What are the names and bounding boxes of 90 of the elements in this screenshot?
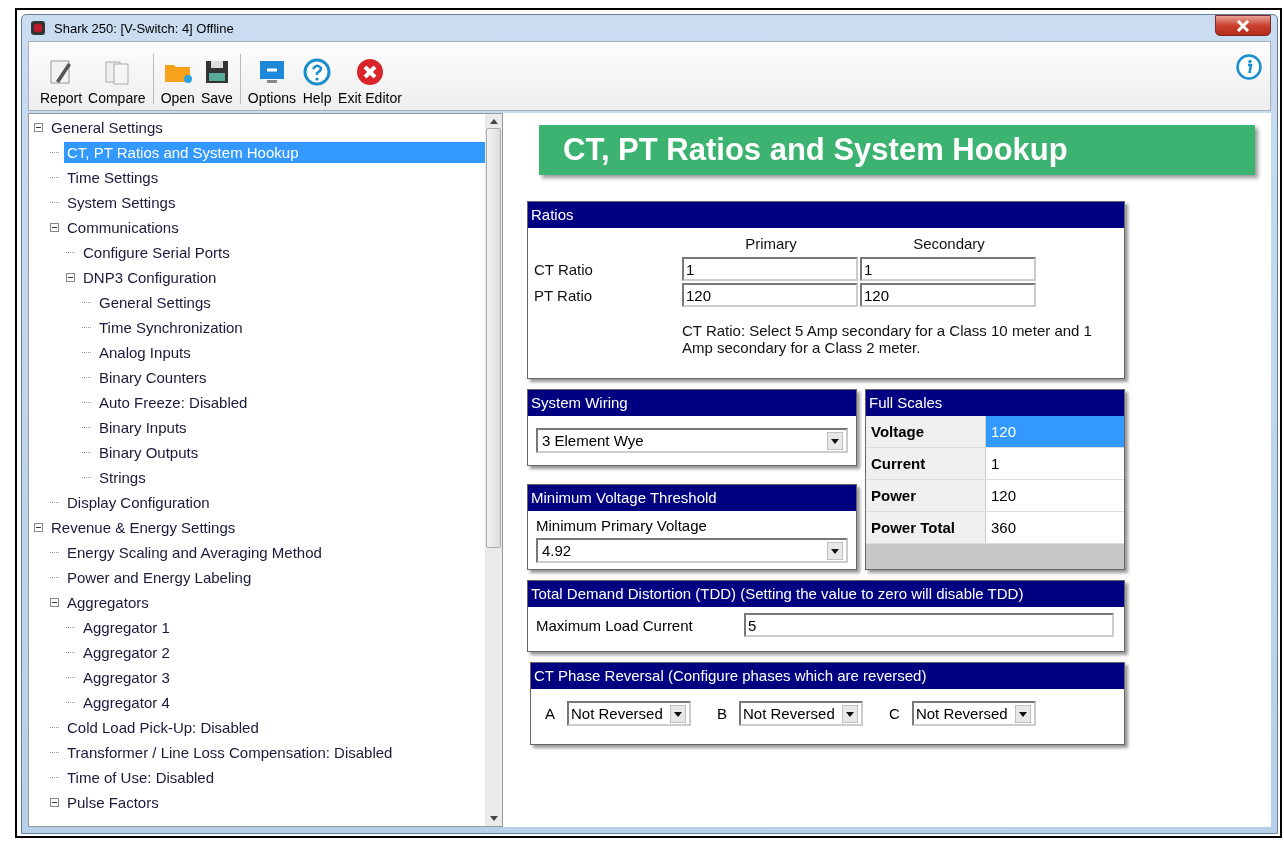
tree-item[interactable]: Revenue & Energy Settings [48,517,239,538]
scroll-up-icon[interactable] [489,119,498,124]
tree-item[interactable]: Pulse Factors [64,792,162,813]
app-icon [30,20,46,36]
scrollbar[interactable] [485,114,502,826]
info-icon[interactable] [1236,54,1262,80]
tree-item[interactable]: Cold Load Pick-Up: Disabled [64,717,262,738]
tree-item[interactable]: Configure Serial Ports [80,242,233,263]
table-cell: Voltage [866,416,986,447]
tree-item[interactable]: Time of Use: Disabled [64,767,217,788]
note-text: CT Ratio: Select 5 Amp secondary for a Class 10 meter and 1 Amp secondary for a Class 2 meter. [682,321,1093,356]
panel-title: CT Phase Reversal (Configure phases which are reversed) [531,663,1124,689]
close-circle-icon [354,57,385,87]
tree-item[interactable]: Aggregator 4 [80,692,173,713]
dropdown[interactable]: Not Reversed [739,701,864,726]
table-cell: Current [866,448,986,479]
phase-label: B [717,705,728,722]
column-header: Secondary [912,235,986,254]
dropdown[interactable]: 4.92 [536,538,848,563]
panel-title: System Wiring [528,390,856,416]
page-title-banner: CT, PT Ratios and System Hookup [539,125,1255,175]
input-field[interactable]: 120 [682,283,858,307]
open-toolbar-button[interactable]: Open [157,57,198,106]
scroll-down-icon[interactable] [489,816,498,821]
help-icon [302,57,333,87]
tree-item[interactable]: General Settings [96,292,214,313]
dropdown-arrow-icon[interactable] [827,541,843,560]
tree-item[interactable]: Aggregator 2 [80,642,173,663]
phase-label: C [889,705,900,722]
compare-toolbar-button[interactable]: Compare [85,57,149,106]
tree-item[interactable]: Aggregator 3 [80,667,173,688]
dropdown-arrow-icon[interactable] [827,431,843,450]
phase-label: A [545,705,555,722]
field-label: Maximum Load Current [536,616,694,634]
tree-item[interactable]: Binary Counters [96,367,210,388]
tree-item[interactable]: DNP3 Configuration [80,267,220,288]
table-cell[interactable]: 120 [986,480,1124,511]
scrollbar-thumb[interactable] [486,128,501,548]
tree-item[interactable]: System Settings [64,192,179,213]
tree-item[interactable]: Aggregator 1 [80,617,173,638]
panel-title: Total Demand Distortion (TDD) (Setting the value to zero will disable TDD) [528,581,1124,607]
tree-item[interactable]: Analog Inputs [96,342,194,363]
collapse-toggle-icon[interactable] [50,598,59,607]
panel-title: Minimum Voltage Threshold [528,485,856,511]
collapse-toggle-icon[interactable] [34,523,43,532]
tree-item[interactable]: Aggregators [64,592,152,613]
dropdown[interactable]: Not Reversed [567,701,691,726]
tree-item[interactable]: Transformer / Line Loss Compensation: Disabled [64,742,396,763]
tree-item[interactable]: Time Settings [64,167,162,188]
dropdown[interactable]: Not Reversed [911,701,1036,726]
dropdown[interactable]: 3 Element Wye [536,428,848,453]
options-toolbar-button[interactable]: Options [244,57,300,106]
tree-item[interactable]: Auto Freeze: Disabled [96,392,251,413]
field-label: CT Ratio [534,259,594,280]
save-toolbar-button[interactable]: Save [197,57,236,106]
collapse-toggle-icon[interactable] [50,798,59,807]
exit-toolbar-button[interactable]: Exit Editor [335,57,405,106]
table-cell[interactable]: 360 [986,512,1124,543]
tree-item[interactable]: Time Synchronization [96,317,246,338]
input-field[interactable]: 1 [682,257,858,281]
panel-title: Full Scales [866,390,1124,416]
tree-item[interactable]: Strings [96,467,149,488]
tree-item[interactable]: Display Configuration [64,492,213,513]
dropdown-arrow-icon[interactable] [670,704,686,723]
report-toolbar-button[interactable]: Report [37,57,86,106]
window-title: Shark 250: [V-Switch: 4] Offline [54,20,234,36]
dropdown-arrow-icon[interactable] [1014,704,1031,723]
collapse-toggle-icon[interactable] [66,273,75,282]
input-field[interactable]: 120 [860,283,1036,307]
tree-item[interactable]: General Settings [48,117,166,138]
field-label: Minimum Primary Voltage [536,517,708,534]
column-header: Primary [744,235,798,254]
help-toolbar-button[interactable]: Help [299,57,336,106]
table-cell[interactable]: 1 [986,448,1124,479]
close-icon [1236,19,1250,32]
tree-item[interactable]: Energy Scaling and Averaging Method [64,542,325,563]
field-label: PT Ratio [534,285,594,306]
table-cell: Power Total [866,512,986,543]
table-cell: Power [866,480,986,511]
close-button[interactable] [1215,15,1271,36]
dropdown-arrow-icon[interactable] [842,704,859,723]
input-field[interactable]: 1 [860,257,1036,281]
tree-item[interactable]: Communications [64,217,182,238]
tree-item[interactable]: Power and Energy Labeling [64,567,255,588]
tree-item[interactable]: Binary Inputs [96,417,190,438]
panel-title: Ratios [528,202,1124,228]
tree-item[interactable]: Binary Outputs [96,442,202,463]
collapse-toggle-icon[interactable] [34,123,43,132]
input-field[interactable]: 5 [744,613,1114,637]
collapse-toggle-icon[interactable] [50,223,59,232]
